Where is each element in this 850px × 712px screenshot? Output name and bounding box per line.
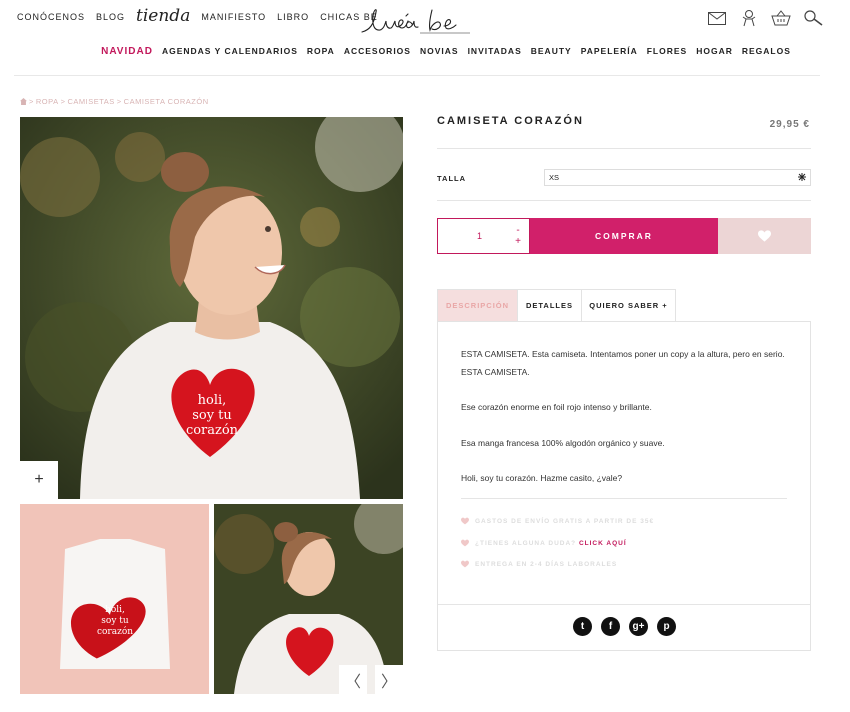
thumbnail-flat-shirt[interactable]: holi, soy tu corazón	[20, 504, 209, 694]
thumb-print-line-3: corazón	[97, 626, 133, 637]
product-main-image[interactable]: holi, soy tu corazón	[20, 117, 403, 499]
social-share: t f g+ p	[573, 617, 676, 636]
breadcrumb-current: CAMISETA CORAZÓN	[123, 97, 209, 106]
facebook-icon[interactable]: f	[601, 617, 620, 636]
breadcrumb-camisetas[interactable]: CAMISETAS	[67, 97, 114, 106]
link-manifiesto[interactable]: MANIFIESTO	[201, 12, 266, 22]
description-paragraph: Holi, soy tu corazón. Hazme casito, ¿val…	[461, 473, 623, 483]
info-question: ¿TIENES ALGUNA DUDA? CLICK AQUÍ	[461, 539, 627, 547]
divider	[438, 604, 810, 605]
nav-novias[interactable]: NOVIAS	[420, 46, 459, 57]
nav-regalos[interactable]: REGALOS	[742, 46, 791, 57]
product-tabs: DESCRIPCIÓN DETALLES QUIERO SABER +	[437, 289, 676, 322]
nav-accesorios[interactable]: ACCESORIOS	[344, 46, 411, 57]
nav-invitadas[interactable]: INVITADAS	[468, 46, 522, 57]
basket-icon[interactable]	[770, 9, 792, 27]
nav-hogar[interactable]: HOGAR	[696, 46, 733, 57]
gallery-next-button[interactable]: 〉	[375, 665, 403, 694]
select-arrow-icon	[798, 172, 806, 183]
tab-quiero-saber[interactable]: QUIERO SABER +	[582, 289, 676, 322]
shirt-print-line-2: soy tu	[192, 408, 232, 423]
top-links: CONÓCENOS BLOG tienda MANIFIESTO LIBRO C…	[17, 6, 389, 26]
user-icon[interactable]	[738, 9, 760, 27]
heart-icon	[461, 539, 469, 547]
breadcrumb-separator: >	[116, 97, 122, 106]
tab-detalles[interactable]: DETALLES	[518, 289, 582, 322]
quantity-stepper: 1 - +	[437, 218, 530, 254]
link-tienda[interactable]: tienda	[136, 6, 190, 26]
wishlist-button[interactable]	[718, 218, 811, 254]
quantity-increase-button[interactable]: +	[515, 236, 521, 247]
nav-ropa[interactable]: ROPA	[307, 46, 335, 57]
divider	[437, 200, 811, 201]
breadcrumb-ropa[interactable]: ROPA	[36, 97, 59, 106]
tab-descripcion[interactable]: DESCRIPCIÓN	[437, 289, 518, 322]
quantity-value[interactable]: 1	[438, 231, 507, 241]
thumb-print-line-2: soy tu	[101, 616, 129, 626]
pinterest-icon[interactable]: p	[657, 617, 676, 636]
info-question-text: ¿TIENES ALGUNA DUDA?	[475, 539, 577, 547]
size-label: TALLA	[437, 174, 467, 183]
search-icon[interactable]	[802, 9, 824, 27]
main-nav: NAVIDAD AGENDAS Y CALENDARIOS ROPA ACCES…	[0, 46, 850, 57]
heart-icon	[758, 230, 771, 242]
info-delivery: ENTREGA EN 2-4 DÍAS LABORALES	[461, 560, 617, 568]
googleplus-icon[interactable]: g+	[629, 617, 648, 636]
click-here-link[interactable]: CLICK AQUÍ	[579, 540, 627, 547]
nav-papeleria[interactable]: PAPELERÍA	[581, 46, 638, 57]
thumb-print-line-1: holi,	[105, 605, 125, 615]
link-conocenos[interactable]: CONÓCENOS	[17, 12, 85, 22]
info-shipping-text: GASTOS DE ENVÍO GRATIS A PARTIR DE 35€	[475, 517, 655, 525]
divider	[437, 148, 811, 149]
nav-navidad[interactable]: NAVIDAD	[101, 46, 153, 57]
shirt-print-line-1: holi,	[198, 393, 227, 408]
description-paragraph: Ese corazón enorme en foil rojo intenso …	[461, 402, 652, 412]
home-icon[interactable]	[20, 98, 27, 105]
breadcrumb-separator: >	[60, 97, 66, 106]
divider	[461, 498, 787, 499]
info-shipping: GASTOS DE ENVÍO GRATIS A PARTIR DE 35€	[461, 517, 654, 525]
link-libro[interactable]: LIBRO	[277, 12, 309, 22]
nav-flores[interactable]: FLORES	[647, 46, 687, 57]
nav-beauty[interactable]: BEAUTY	[531, 46, 572, 57]
shirt-print-line-3: corazón	[186, 423, 239, 438]
description-paragraph: ESTA CAMISETA. Esta camiseta. Intentamos…	[461, 349, 785, 377]
size-selected-value: XS	[549, 173, 560, 182]
product-price: 29,95 €	[769, 119, 810, 130]
size-select[interactable]: XS	[544, 169, 811, 186]
site-logo[interactable]	[360, 6, 472, 36]
breadcrumb: > ROPA > CAMISETAS > CAMISETA CORAZÓN	[20, 97, 209, 106]
breadcrumb-separator: >	[29, 97, 34, 106]
mail-icon[interactable]	[706, 9, 728, 27]
gallery-prev-button[interactable]: 〈	[339, 665, 367, 694]
header-icons	[706, 9, 824, 27]
quantity-controls: - +	[507, 225, 529, 247]
heart-icon	[461, 517, 469, 525]
heart-icon	[461, 560, 469, 568]
twitter-icon[interactable]: t	[573, 617, 592, 636]
product-description: ESTA CAMISETA. Esta camiseta. Intentamos…	[461, 346, 791, 506]
link-blog[interactable]: BLOG	[96, 12, 125, 22]
nav-agendas[interactable]: AGENDAS Y CALENDARIOS	[162, 46, 298, 57]
product-title: CAMISETA CORAZÓN	[437, 115, 584, 127]
buy-button[interactable]: COMPRAR	[530, 218, 718, 254]
quantity-decrease-button[interactable]: -	[516, 225, 519, 236]
description-paragraph: Esa manga francesa 100% algodón orgánico…	[461, 437, 665, 448]
info-delivery-text: ENTREGA EN 2-4 DÍAS LABORALES	[475, 560, 618, 568]
header-divider	[14, 75, 820, 76]
zoom-button[interactable]: +	[20, 461, 58, 499]
